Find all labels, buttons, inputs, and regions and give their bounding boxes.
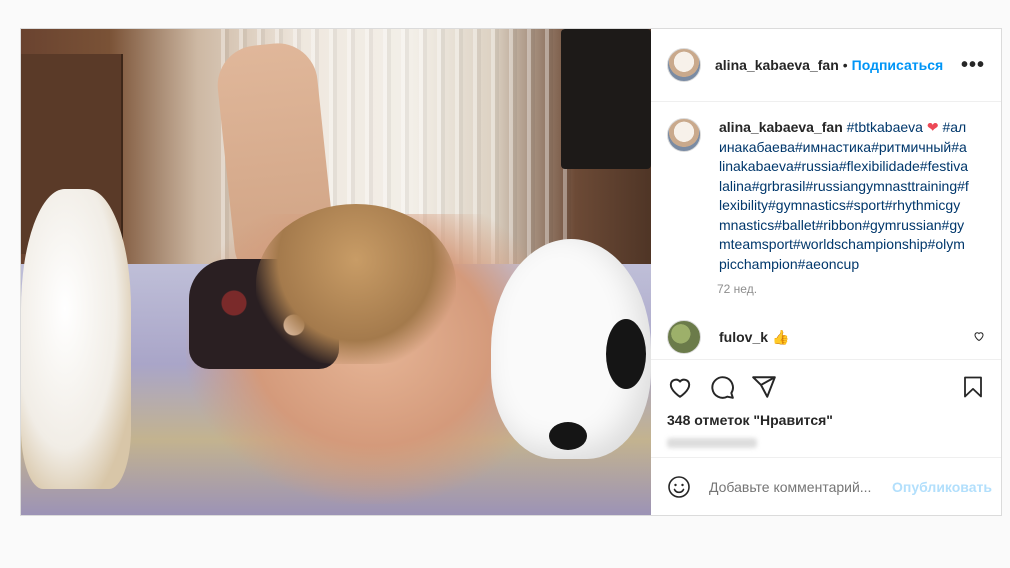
bookmark-icon[interactable] bbox=[961, 374, 985, 400]
comment-item: fulov_k 👍 bbox=[667, 320, 985, 354]
caption-hashtags[interactable]: #алинакабаева#имнастика#ритмичный#alinak… bbox=[719, 119, 969, 272]
post-photo[interactable] bbox=[21, 29, 651, 515]
add-comment-bar: Опубликовать bbox=[651, 457, 1001, 515]
heart-emoji: ❤ bbox=[926, 119, 939, 135]
photo-hair bbox=[256, 204, 456, 364]
publish-button[interactable]: Опубликовать bbox=[892, 479, 992, 495]
action-icons bbox=[667, 368, 985, 406]
caption: alina_kabaeva_fan #tbtkabaeva ❤ #алинака… bbox=[667, 118, 985, 274]
share-icon[interactable] bbox=[751, 374, 777, 400]
commenter-username[interactable]: fulov_k bbox=[719, 329, 768, 345]
smiley-icon[interactable] bbox=[667, 475, 691, 499]
author-avatar[interactable] bbox=[667, 48, 701, 82]
follow-button[interactable]: Подписаться bbox=[852, 57, 944, 73]
more-options-icon[interactable]: ••• bbox=[961, 55, 985, 75]
heart-icon[interactable] bbox=[667, 374, 693, 400]
instagram-post: alina_kabaeva_fan • Подписаться ••• alin… bbox=[20, 28, 1002, 516]
author-username[interactable]: alina_kabaeva_fan bbox=[715, 57, 839, 73]
photo-plush-dog-nose bbox=[549, 422, 587, 450]
commenter-avatar[interactable] bbox=[667, 320, 701, 354]
comments-section: alina_kabaeva_fan #tbtkabaeva ❤ #алинака… bbox=[651, 102, 1001, 359]
comment-input[interactable] bbox=[707, 477, 892, 496]
post-header: alina_kabaeva_fan • Подписаться ••• bbox=[651, 29, 1001, 102]
caption-text: alina_kabaeva_fan #tbtkabaeva ❤ #алинака… bbox=[719, 118, 969, 274]
caption-first-hashtag[interactable]: #tbtkabaeva bbox=[847, 119, 923, 135]
post-actions: 348 отметок "Нравится" bbox=[651, 359, 1001, 457]
comment-icon[interactable] bbox=[709, 374, 735, 400]
caption-author-avatar[interactable] bbox=[667, 118, 701, 152]
likes-count[interactable]: 348 отметок "Нравится" bbox=[667, 412, 985, 428]
post-timestamp[interactable]: 72 нед. bbox=[717, 282, 985, 296]
photo-plush-toy bbox=[21, 189, 131, 489]
separator-dot: • bbox=[842, 57, 848, 73]
photo-plush-dog-ear bbox=[606, 319, 646, 389]
post-sidebar: alina_kabaeva_fan • Подписаться ••• alin… bbox=[651, 29, 1001, 515]
post-date-blurred bbox=[667, 438, 757, 448]
photo-tv bbox=[561, 29, 651, 169]
caption-username[interactable]: alina_kabaeva_fan bbox=[719, 119, 843, 135]
comment-like-icon[interactable] bbox=[973, 330, 985, 345]
thumbs-up-emoji: 👍 bbox=[772, 328, 790, 345]
